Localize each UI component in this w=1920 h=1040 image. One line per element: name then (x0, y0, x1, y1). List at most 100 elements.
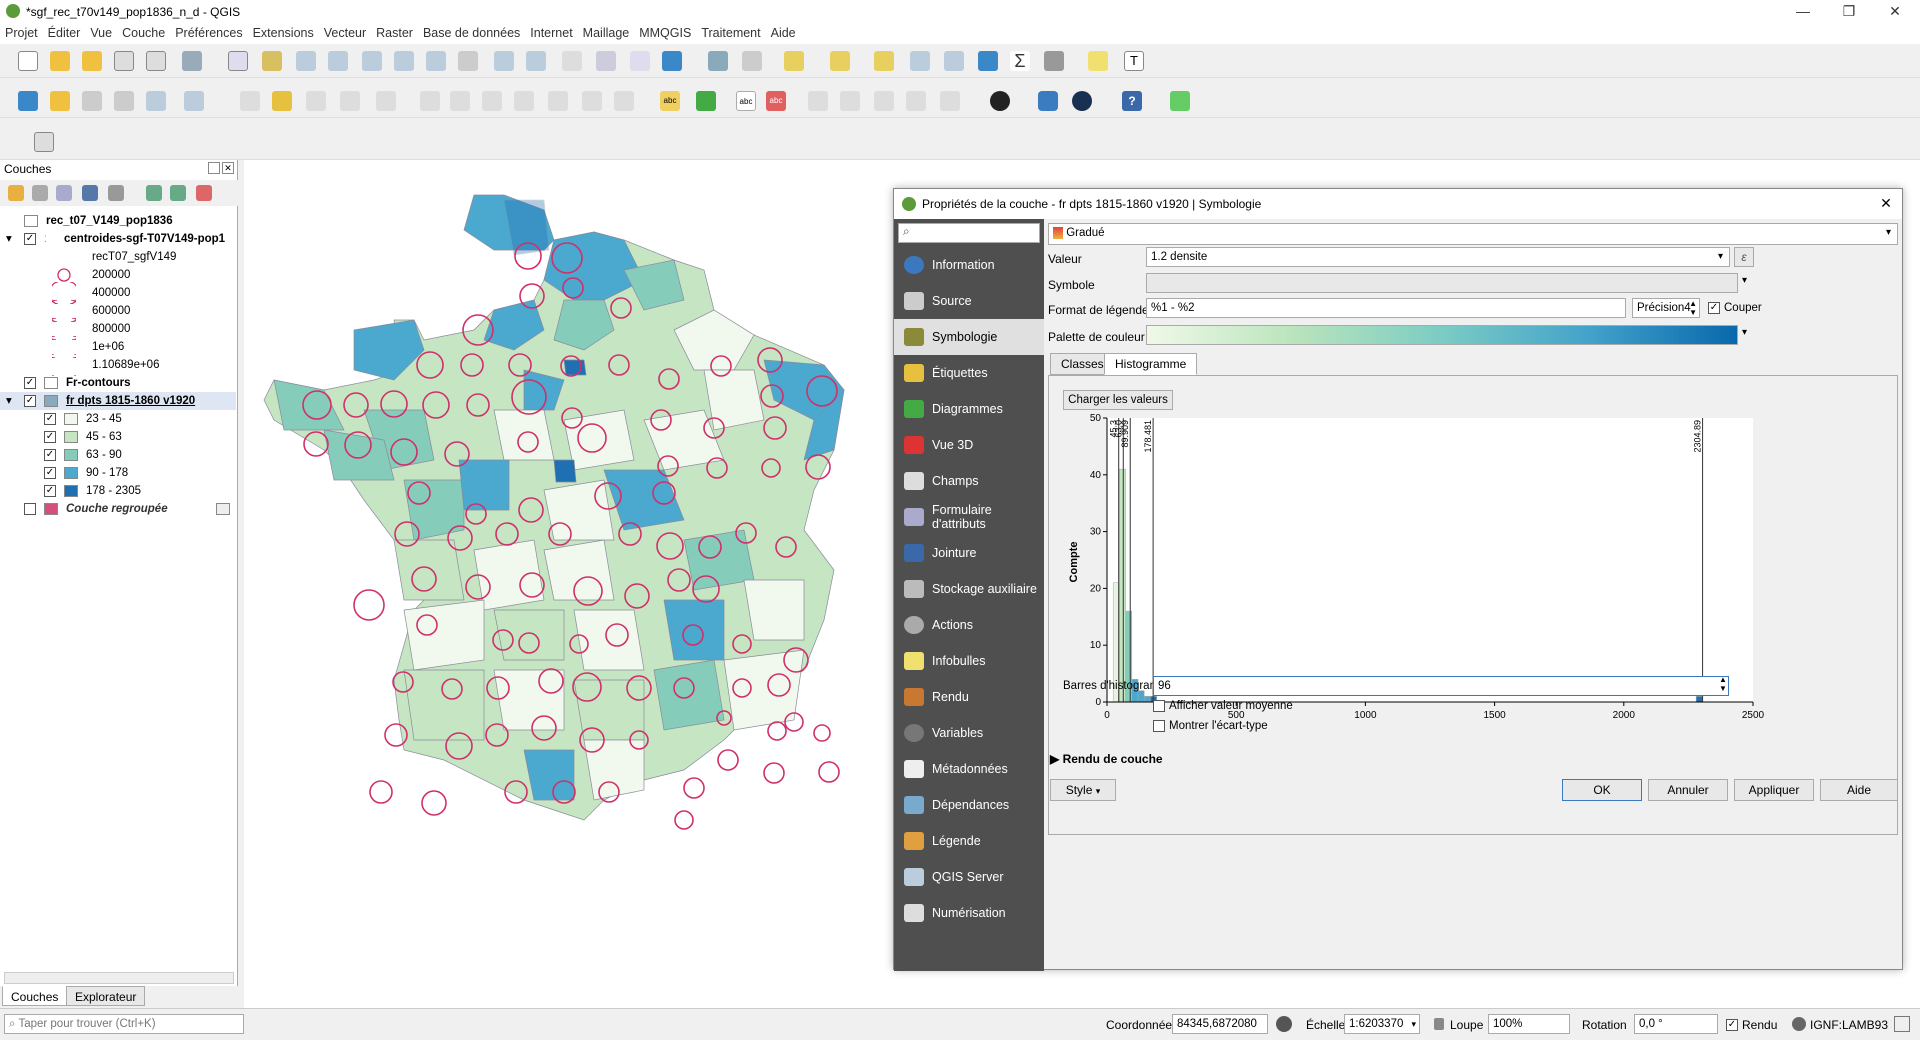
class-checkbox[interactable]: ✓ (44, 467, 56, 479)
layer-checkbox[interactable]: ✓ (24, 233, 36, 245)
remove-layer-icon[interactable] (196, 185, 212, 201)
plugin-reload-icon[interactable] (1170, 91, 1190, 111)
float-panel-icon[interactable] (208, 162, 220, 174)
close-window-button[interactable]: ✕ (1872, 0, 1918, 24)
format-field[interactable]: %1 - %2 (1146, 298, 1626, 318)
nav-legende[interactable]: Légende (894, 823, 1044, 859)
layout-manager-icon[interactable] (146, 51, 166, 71)
help-icon[interactable]: ? (1122, 91, 1142, 111)
python-console-icon[interactable] (1038, 91, 1058, 111)
cut-features-icon[interactable] (482, 91, 502, 111)
class-checkbox[interactable]: ✓ (44, 431, 56, 443)
add-group-icon[interactable] (32, 185, 48, 201)
plugin-icon[interactable] (990, 91, 1010, 111)
nav-infobulles[interactable]: Infobulles (894, 643, 1044, 679)
precision-spinbox[interactable]: Précision4 ▲ ▼ (1632, 298, 1700, 318)
attribute-table-icon[interactable] (910, 51, 930, 71)
save-edits-icon[interactable] (306, 91, 326, 111)
menu-projet[interactable]: Projet (0, 24, 43, 42)
tab-histogramme[interactable]: Histogramme (1104, 353, 1198, 375)
cancel-button[interactable]: Annuler (1648, 779, 1728, 801)
label-unpin-icon[interactable] (906, 91, 926, 111)
tab-couches[interactable]: Couches (2, 986, 68, 1006)
zoom-layer-icon[interactable] (426, 51, 446, 71)
zoom-in-icon[interactable] (296, 51, 316, 71)
nav-diagrammes[interactable]: Diagrammes (894, 391, 1044, 427)
layer-centroides[interactable]: ▾ ✓ ⁚ centroides-sgf-T07V149-pop1 (0, 230, 238, 248)
label-change-icon[interactable] (874, 91, 894, 111)
nav-jointure[interactable]: Jointure (894, 535, 1044, 571)
loupe-field[interactable]: 100% (1488, 1014, 1570, 1034)
histogram-bars-input[interactable]: 96 (1153, 676, 1729, 696)
menu-traitement[interactable]: Traitement (696, 24, 765, 42)
rotation-field[interactable]: 0,0 ° (1634, 1014, 1718, 1034)
nav-search-input[interactable]: ⌕ (898, 223, 1040, 243)
layer-couche-regroupee[interactable]: Couche regroupée (0, 500, 236, 518)
new-map-view-icon[interactable] (562, 51, 582, 71)
locator-search-input[interactable]: ⌕ Taper pour trouver (Ctrl+K) (4, 1014, 244, 1034)
new-project-icon[interactable] (18, 51, 38, 71)
nav-dependances[interactable]: Dépendances (894, 787, 1044, 823)
collapse-arrow-icon[interactable]: ▾ (6, 230, 12, 248)
new-virtual-layer-icon[interactable] (146, 91, 166, 111)
layout-manager-icon[interactable] (34, 132, 54, 152)
nav-champs[interactable]: Champs (894, 463, 1044, 499)
statistics-icon[interactable]: Σ (1010, 51, 1030, 71)
class-checkbox[interactable]: ✓ (44, 449, 56, 461)
toggle-editing-icon[interactable] (272, 91, 292, 111)
undo-icon[interactable] (582, 91, 602, 111)
menu-mmqgis[interactable]: MMQGIS (634, 24, 696, 42)
zoom-out-icon[interactable] (328, 51, 348, 71)
style-button[interactable]: Style ▾ (1050, 779, 1116, 801)
layer-fr-dpts[interactable]: ▾ ✓ fr dpts 1815-1860 v1920 (0, 392, 236, 410)
nav-metadonnees[interactable]: Métadonnées (894, 751, 1044, 787)
globe-icon[interactable] (1072, 91, 1092, 111)
expand-all-icon[interactable] (146, 185, 162, 201)
menu-raster[interactable]: Raster (371, 24, 418, 42)
label-rotate-icon[interactable] (840, 91, 860, 111)
pan-to-selection-icon[interactable] (262, 51, 282, 71)
diagram-icon[interactable] (696, 91, 716, 111)
horizontal-scrollbar[interactable] (4, 972, 234, 984)
nav-rendu[interactable]: Rendu (894, 679, 1044, 715)
filter-expression-icon[interactable] (108, 185, 124, 201)
zoom-full-icon[interactable] (362, 51, 382, 71)
nav-actions[interactable]: Actions (894, 607, 1044, 643)
render-checkbox[interactable]: ✓ (1726, 1019, 1738, 1031)
nav-source[interactable]: Source (894, 283, 1044, 319)
close-panel-icon[interactable]: ✕ (222, 162, 234, 174)
temporal-controller-icon[interactable] (596, 51, 616, 71)
nav-variables[interactable]: Variables (894, 715, 1044, 751)
nav-stockage[interactable]: Stockage auxiliaire (894, 571, 1044, 607)
valeur-field[interactable]: 1.2 densite ▾ (1146, 247, 1730, 267)
class-checkbox[interactable]: ✓ (44, 413, 56, 425)
close-dialog-button[interactable]: ✕ (1876, 195, 1896, 213)
new-geopackage-icon[interactable] (50, 91, 70, 111)
layer-checkbox[interactable]: ✓ (24, 395, 36, 407)
manage-visibility-icon[interactable] (56, 185, 72, 201)
chevron-down-icon[interactable]: ▾ (1742, 275, 1747, 286)
color-ramp-button[interactable] (1146, 325, 1738, 345)
layer-checkbox[interactable] (24, 503, 36, 515)
menu-base-de-donnees[interactable]: Base de données (418, 24, 525, 42)
crs-label[interactable]: IGNF:LAMB93 (1810, 1018, 1888, 1032)
zoom-selection-icon[interactable] (394, 51, 414, 71)
lock-icon[interactable] (1434, 1018, 1444, 1030)
nav-formulaire[interactable]: Formulaire d'attributs (894, 499, 1044, 535)
scale-field[interactable]: 1:6203370 ▾ (1344, 1014, 1420, 1034)
new-shapefile-icon[interactable] (82, 91, 102, 111)
expression-button[interactable]: ε (1734, 247, 1754, 267)
open-project-icon[interactable] (50, 51, 70, 71)
save-project-icon[interactable] (82, 51, 102, 71)
refresh-icon[interactable] (662, 51, 682, 71)
new-temporary-layer-icon[interactable] (184, 91, 204, 111)
delete-selected-icon[interactable] (450, 91, 470, 111)
nav-vue-3d[interactable]: Vue 3D (894, 427, 1044, 463)
deselect-icon[interactable] (874, 51, 894, 71)
processing-toolbox-icon[interactable] (978, 51, 998, 71)
zoom-native-icon[interactable] (458, 51, 478, 71)
menu-couche[interactable]: Couche (117, 24, 170, 42)
measure-icon[interactable] (1044, 51, 1064, 71)
redo-icon[interactable] (614, 91, 634, 111)
nav-information[interactable]: Information (894, 247, 1044, 283)
